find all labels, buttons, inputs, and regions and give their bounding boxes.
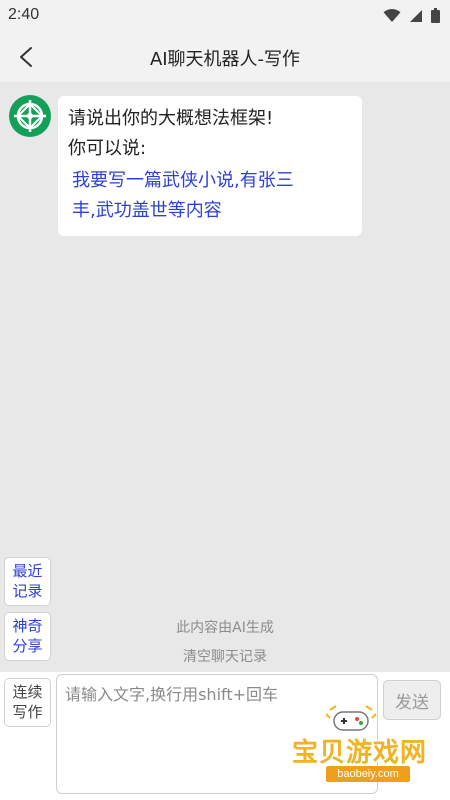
button-label-line: 连续 — [12, 683, 43, 701]
bot-message-line: 请说出你的大概想法框架! — [68, 108, 274, 129]
battery-icon — [431, 8, 440, 27]
status-time: 2:40 — [8, 6, 40, 23]
bot-message-bubble: 请说出你的大概想法框架! 你可以说: 我要写一篇武侠小说,有张三 丰,武功盖世等… — [58, 96, 362, 236]
example-prompt-link[interactable]: 我要写一篇武侠小说,有张三 丰,武功盖世等内容 — [68, 166, 352, 226]
button-label-line: 最近 — [12, 562, 43, 580]
example-prompt-line: 我要写一篇武侠小说,有张三 — [72, 170, 294, 191]
watermark-url: baobeiy.com — [326, 766, 410, 782]
ai-generated-notice: 此内容由AI生成 — [176, 620, 274, 636]
app-bar: AI聊天机器人-写作 — [0, 32, 450, 82]
chat-area: 请说出你的大概想法框架! 你可以说: 我要写一篇武侠小说,有张三 丰,武功盖世等… — [0, 82, 450, 672]
status-bar: 2:40 — [0, 0, 450, 32]
clear-chat-button[interactable]: 清空聊天记录 — [0, 646, 450, 666]
signal-icon — [409, 8, 423, 27]
watermark-logo: 宝贝游戏网 baobeiy.com — [286, 704, 446, 796]
button-label-line: 写作 — [12, 703, 43, 721]
continuous-writing-button[interactable]: 连续 写作 — [4, 678, 51, 727]
wifi-icon — [383, 8, 401, 27]
bot-avatar-icon — [8, 94, 52, 138]
example-prompt-line: 丰,武功盖世等内容 — [72, 200, 222, 221]
button-label-line: 记录 — [12, 582, 43, 600]
recent-records-button[interactable]: 最近 记录 — [4, 557, 51, 606]
watermark-title: 宝贝游戏网 — [292, 738, 428, 768]
bot-message-line: 你可以说: — [68, 138, 147, 159]
status-icons — [383, 8, 440, 27]
page-title: AI聊天机器人-写作 — [149, 49, 301, 70]
